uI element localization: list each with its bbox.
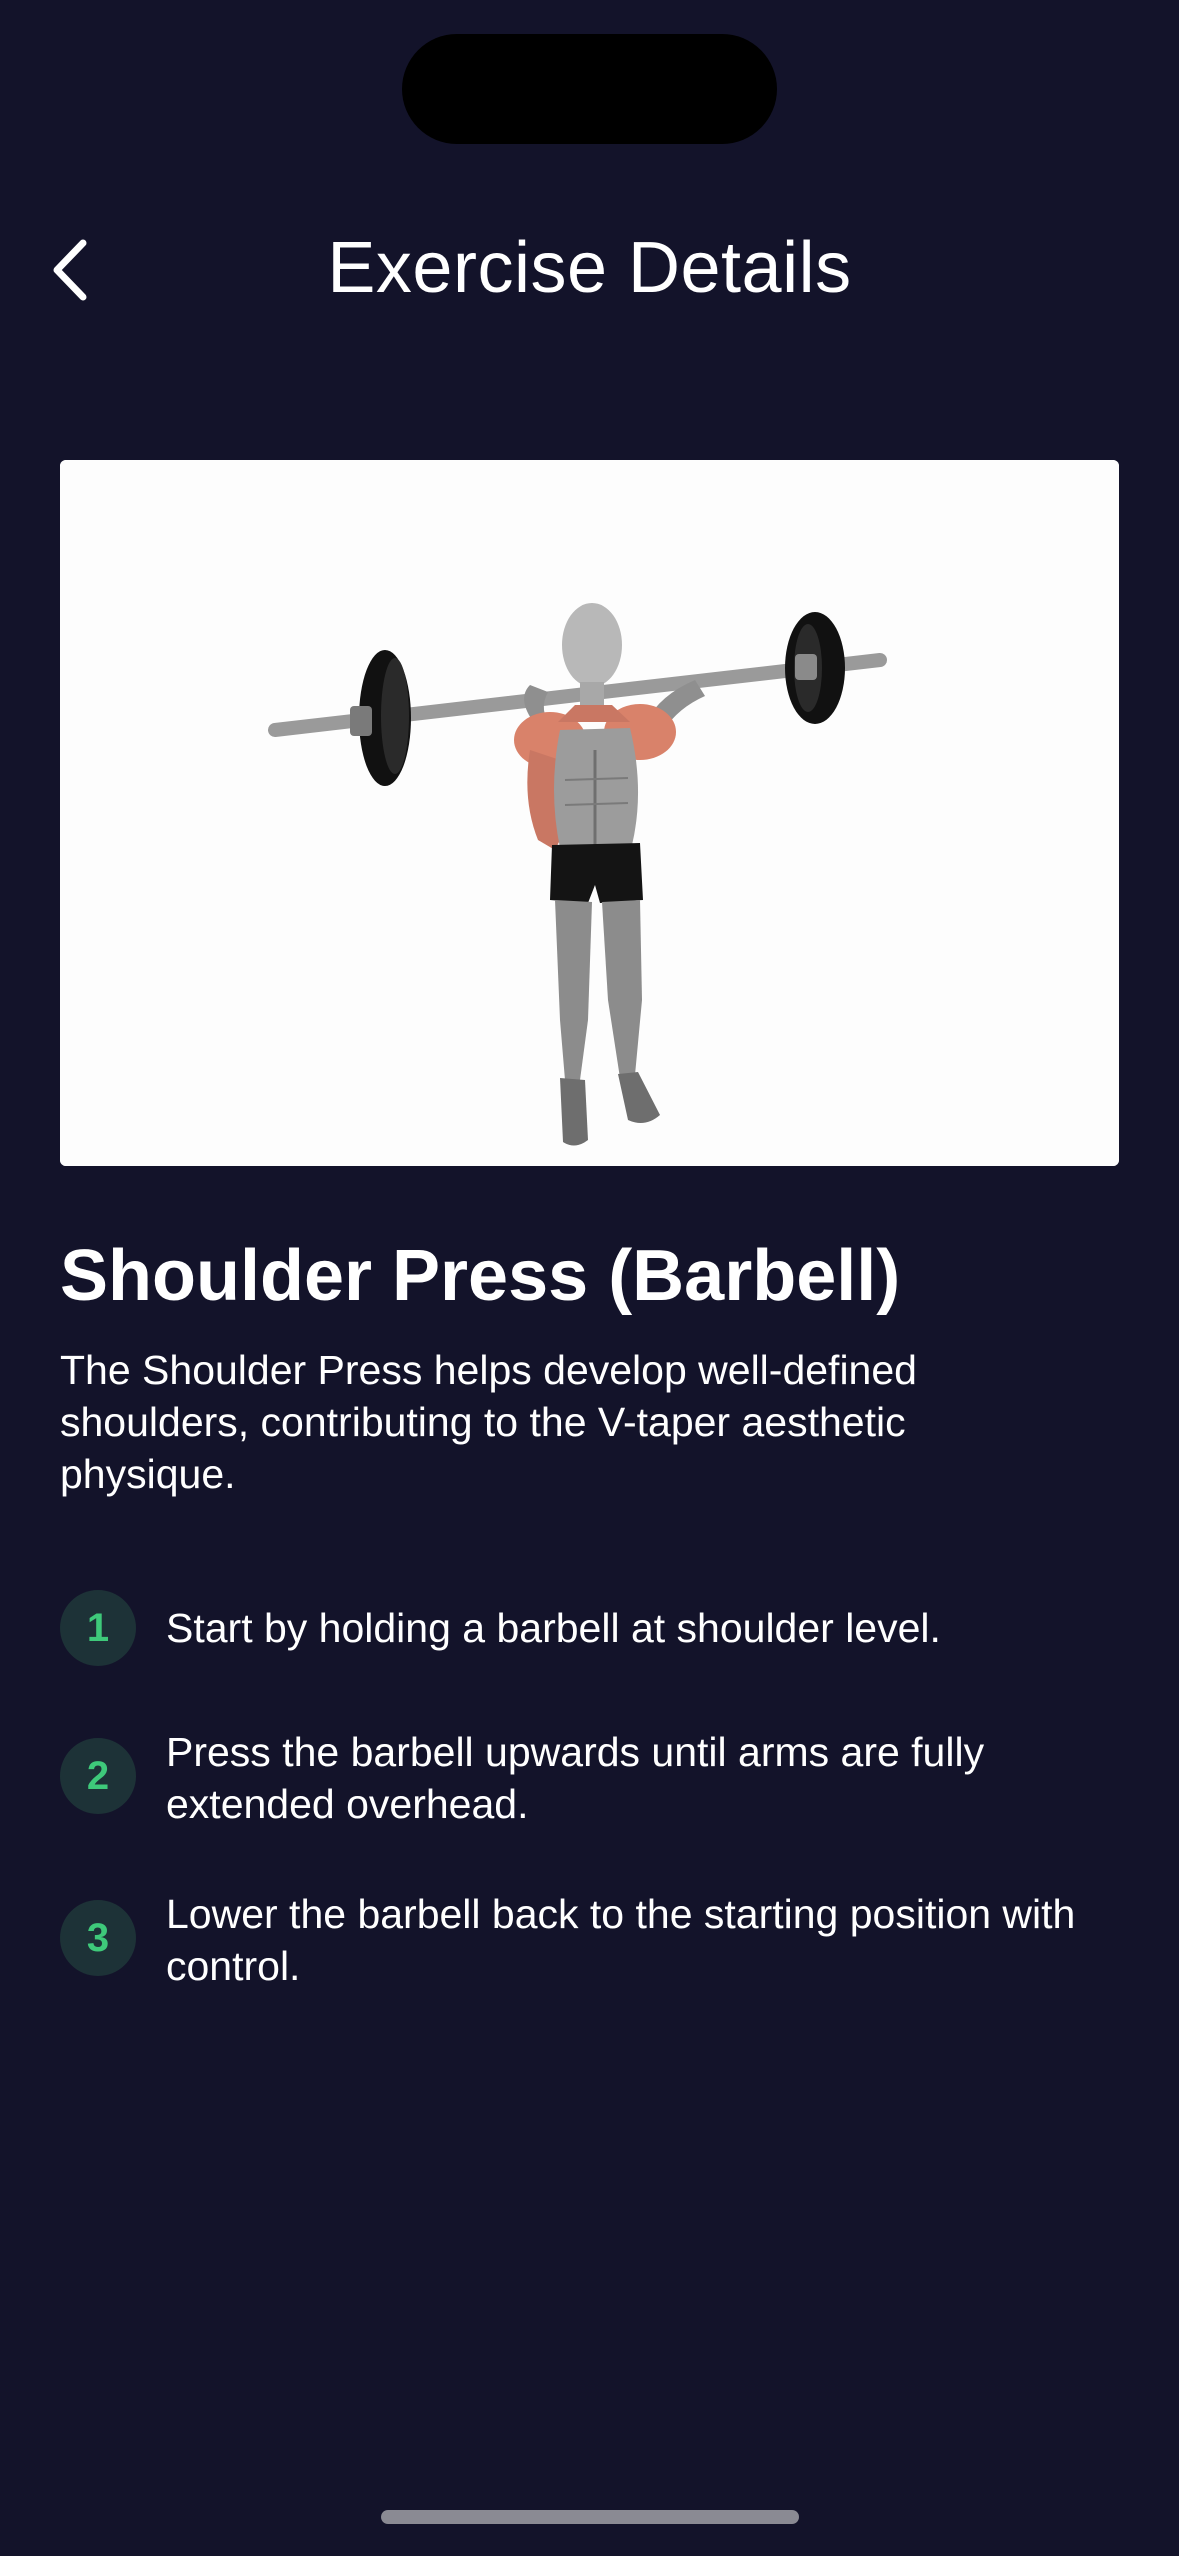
step-text: Press the barbell upwards until arms are…	[166, 1729, 985, 1827]
page-title: Exercise Details	[327, 228, 852, 308]
exercise-description: The Shoulder Press helps develop well-de…	[60, 1347, 917, 1497]
step-number-badge: 1	[60, 1590, 136, 1666]
dynamic-island	[402, 34, 777, 144]
exercise-image	[60, 460, 1119, 1166]
step-number-badge: 2	[60, 1738, 136, 1814]
step-item: 1 Start by holding a barbell at shoulder…	[60, 1590, 1119, 1710]
step-item: 2 Press the barbell upwards until arms a…	[60, 1729, 1119, 1858]
home-indicator[interactable]	[381, 2510, 799, 2524]
step-item: 3 Lower the barbell back to the starting…	[60, 1891, 1119, 2020]
exercise-name: Shoulder Press (Barbell)	[60, 1236, 901, 1316]
step-text: Start by holding a barbell at shoulder l…	[166, 1605, 941, 1651]
step-number-badge: 3	[60, 1900, 136, 1976]
step-text: Lower the barbell back to the starting p…	[166, 1891, 1076, 1989]
